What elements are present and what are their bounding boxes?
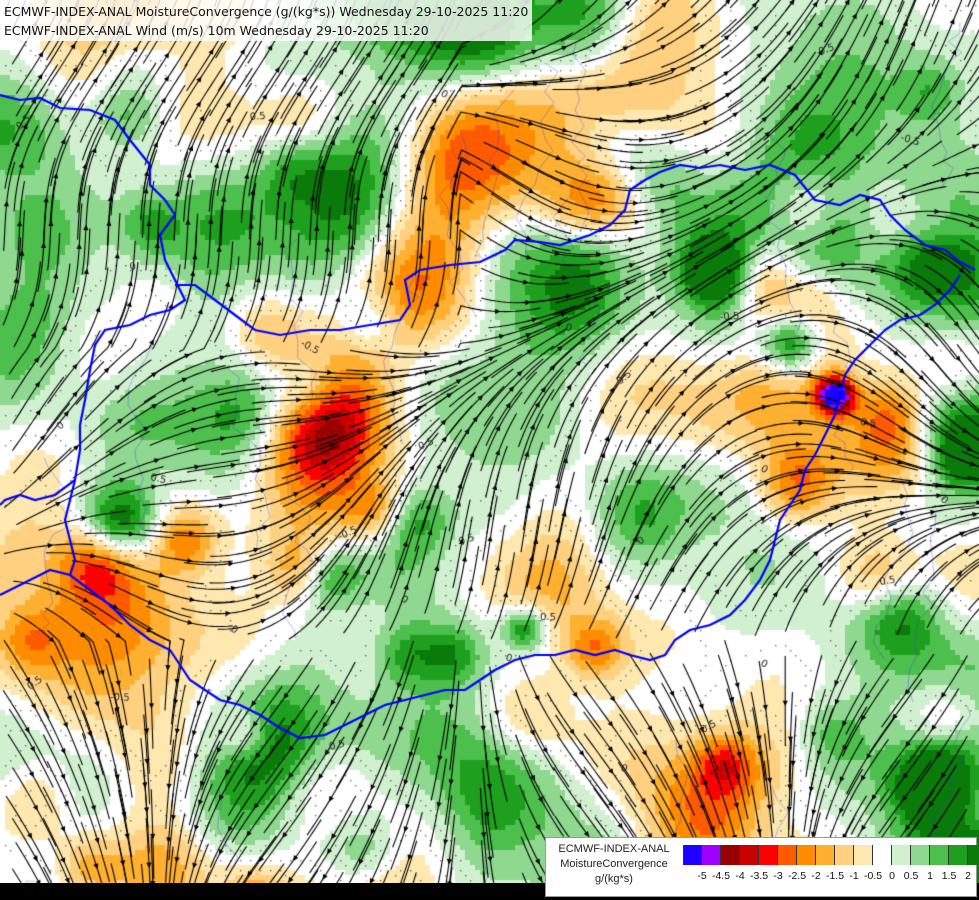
legend-swatch [816,845,835,865]
weather-map [0,0,979,900]
header-title-wind: ECMWF-INDEX-ANAL Wind (m/s) 10m Wednesda… [4,23,429,38]
legend-tick-label: -4.5 [711,870,731,882]
legend-swatch [835,845,854,865]
legend-swatch [968,845,979,865]
legend-swatch [683,845,702,865]
legend-swatch [740,845,759,865]
legend-swatch [759,845,778,865]
legend-tick-label: -1 [849,870,859,882]
header-title-moisture: ECMWF-INDEX-ANAL MoistureConvergence (g/… [4,4,529,19]
legend-swatch [911,845,930,865]
legend-tick-label: -4 [735,870,745,882]
legend-tick-label: 2 [965,870,971,882]
legend-swatch [892,845,911,865]
legend-tick-label: -2 [811,870,821,882]
color-legend: ECMWF-INDEX-ANAL MoistureConvergence g/(… [545,837,979,897]
legend-swatch [702,845,721,865]
legend-tick-label: -5 [697,870,707,882]
legend-title-variable: MoistureConvergence [560,858,668,870]
legend-tick-label: -1.5 [825,870,845,882]
legend-swatch [778,845,797,865]
legend-tick-label: -3 [773,870,783,882]
legend-swatch [930,845,949,865]
legend-tick-label: -2.5 [787,870,807,882]
legend-swatch [949,845,968,865]
legend-title-unit: g/(kg*s) [595,873,633,885]
legend-title: ECMWF-INDEX-ANAL MoistureConvergence g/(… [549,842,679,887]
legend-swatch [797,845,816,865]
legend-swatch [873,845,892,865]
legend-tick-label: 0.5 [903,870,919,882]
legend-tick-label: 0 [889,870,895,882]
legend-tick-label: 1.5 [941,870,957,882]
legend-color-bar [683,845,979,865]
map-header: ECMWF-INDEX-ANAL MoistureConvergence (g/… [0,0,533,41]
legend-swatch [854,845,873,865]
legend-title-model: ECMWF-INDEX-ANAL [558,843,670,855]
legend-swatch [721,845,740,865]
legend-tick-label: -0.5 [863,870,883,882]
legend-tick-label: 1 [927,870,933,882]
legend-tick-label: -3.5 [749,870,769,882]
